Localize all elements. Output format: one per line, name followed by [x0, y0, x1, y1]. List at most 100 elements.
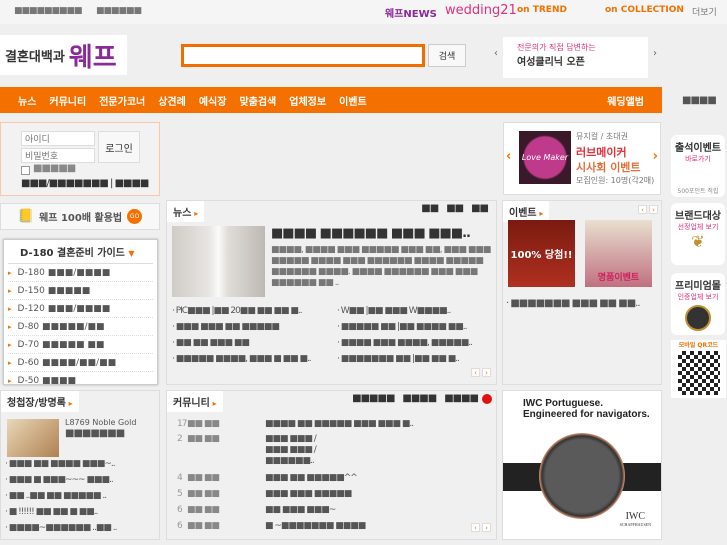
community-tab[interactable]: ■■■■	[402, 393, 437, 404]
qr-code-icon	[677, 351, 720, 395]
site-logo[interactable]: 결혼대백과 웨프	[0, 35, 127, 75]
nav-community[interactable]: 커뮤니티	[49, 93, 86, 108]
news-tab[interactable]: ■■	[446, 203, 464, 214]
community-tab[interactable]: ■■■■■	[352, 393, 395, 404]
next-icon[interactable]: ›	[649, 205, 658, 214]
prev-icon[interactable]: ‹	[638, 205, 647, 214]
search-input[interactable]	[184, 47, 422, 64]
community-row[interactable]: 17 ■■ ■■ ■■■■ ■■ ■■■■■ ■■■ ■■■ ■..	[177, 416, 487, 432]
guide-item[interactable]: D-150 ■■■■■	[8, 282, 153, 300]
prev-icon[interactable]: ‹	[471, 523, 480, 532]
login-button[interactable]: 로그인	[98, 131, 140, 163]
news-item[interactable]: · PIC■■■ |■■ 20■■ ■■ ■■ ■..	[172, 306, 332, 322]
top-link-2[interactable]: ■■■■■■	[96, 6, 142, 16]
prev-icon[interactable]: ‹	[471, 368, 480, 377]
nav-venue[interactable]: 예식장	[199, 93, 227, 108]
qr-code-banner[interactable]: 모바일 QR코드	[671, 340, 726, 398]
nav-news[interactable]: 뉴스	[18, 93, 36, 108]
link-ontrend[interactable]: on TREND	[517, 5, 567, 15]
guide-item[interactable]: D-60 ■■■■/■■/■■	[8, 354, 153, 372]
more-menu[interactable]: 더보기	[692, 5, 717, 18]
side-sub: 인증업체 보기	[677, 293, 719, 301]
side-banner-premium[interactable]: 프리미엄몰 인증업체 보기	[671, 273, 725, 335]
community-row[interactable]: 2 ■■ ■■ ■■■ ■■■ / ■■■ ■■■ / ■■■■■■..	[177, 432, 487, 470]
community-row[interactable]: 4 ■■ ■■ ■■■ ■■ ■■■■■^^	[177, 470, 487, 486]
event-title[interactable]: 이벤트	[503, 201, 550, 222]
guide-item[interactable]: D-180 ■■■/■■■■	[8, 264, 153, 282]
community-row[interactable]: 6 ■■ ■■ ■ ~■■■■■■■ ■■■■	[177, 518, 487, 534]
promo-next-icon[interactable]: ›	[653, 149, 658, 164]
guide-item[interactable]: D-80 ■■■■■/■■	[8, 318, 153, 336]
go-badge: GO	[127, 209, 143, 224]
nav-meeting[interactable]: 상견례	[158, 93, 186, 108]
row-num: 6	[177, 505, 183, 515]
nav-custom-search[interactable]: 맞춤검색	[239, 93, 276, 108]
guide-title[interactable]: D-180 결혼준비 가이드 ▼	[8, 240, 153, 264]
news-item[interactable]: · ■■■■ ■■■ ■■■■, ■■■■■..	[337, 338, 492, 354]
event-caption[interactable]: · ■■■■■■■ ■■■ ■■ ■■..	[506, 298, 641, 309]
invitation-item[interactable]: · ■■■■~■■■■■■ ..■■ ..	[5, 523, 155, 539]
news-item[interactable]: · ■■■ ■■■ ■■ ■■■■■	[172, 322, 332, 338]
side-banner-brand[interactable]: 브랜드대상 선정업체 보기 ❦	[671, 203, 725, 265]
guide-item[interactable]: D-120 ■■■/■■■■	[8, 300, 153, 318]
news-item[interactable]: · W■■ |■■ ■■■ W■■■■..	[337, 306, 492, 322]
iwc-ad[interactable]: IWC Portuguese. Engineered for navigator…	[502, 390, 662, 540]
news-item[interactable]: · ■■■■■■■ ■■ |■■ ■■ ■..	[337, 354, 492, 370]
product-desc[interactable]: ■■■■■■■	[65, 428, 125, 439]
guide-item[interactable]: D-50 ■■■■	[8, 372, 153, 390]
main-nav: 뉴스 커뮤니티 전문가코너 상견례 예식장 맞춤검색 업체정보 이벤트 웨딩앨범	[0, 87, 662, 113]
link-wep-news[interactable]: 웨프NEWS	[385, 5, 437, 20]
clinic-banner[interactable]: 전문의가 직접 답변하는 여성클리닉 오픈	[503, 37, 648, 78]
tips-button[interactable]: 📒 웨프 100배 활용법 GO	[0, 203, 160, 230]
next-icon[interactable]: ›	[482, 368, 491, 377]
news-item[interactable]: · ■■ ■■ ■■■ ■■	[172, 338, 332, 354]
link-oncollection[interactable]: on COLLECTION	[605, 5, 684, 15]
invitation-photo[interactable]	[7, 419, 59, 457]
promo-box[interactable]: ‹ Love Maker 뮤지컬 / 초대권 러브메이커 시사회 이벤트 모집인…	[503, 122, 661, 195]
id-input[interactable]	[21, 131, 95, 146]
next-icon[interactable]: ›	[482, 523, 491, 532]
side-banner-attendance[interactable]: 출석이벤트 바로가기 500포인트 적립	[671, 135, 725, 197]
side-foot: 500포인트 적립	[677, 188, 719, 195]
row-category: ■■ ■■	[187, 434, 220, 444]
row-num: 17	[177, 419, 187, 429]
news-tab[interactable]: ■■	[421, 203, 439, 214]
find-account-links[interactable]: ■■■/■■■■■■■ | ■■■■	[21, 178, 149, 189]
invitation-item[interactable]: · ■■ ..■■ ■■ ■■■■■ ..	[5, 491, 155, 507]
search-button[interactable]: 검색	[428, 44, 466, 67]
invitation-item[interactable]: · ■■■ ■■ ■■■■ ■■■~..	[5, 459, 155, 475]
news-headline[interactable]: ■■■■ ■■■■■■ ■■■ ■■■..	[271, 226, 471, 241]
news-photo[interactable]	[172, 226, 265, 297]
news-item[interactable]: · ■■■■■ ■■ |■■ ■■■■ ■■..	[337, 322, 492, 338]
community-title[interactable]: 커뮤니티	[167, 391, 223, 412]
remember-checkbox[interactable]	[21, 166, 30, 175]
nav-right-link[interactable]: ■■■■	[682, 95, 717, 106]
community-tab[interactable]: ■■■■	[444, 393, 479, 404]
promo-prev-icon[interactable]: ‹	[506, 149, 511, 164]
row-title: ■■■ ■■■ ■■■■■	[265, 489, 352, 499]
link-wedding21[interactable]: wedding21	[445, 3, 517, 18]
invitation-item[interactable]: · ■ !!!!!! ■■ ■■ ■ ■■..	[5, 507, 155, 523]
news-item[interactable]: · ■■■■■ ■■■■, ■■■ ■ ■■ ■..	[172, 354, 332, 370]
nav-events[interactable]: 이벤트	[339, 93, 367, 108]
news-tab[interactable]: ■■	[471, 203, 489, 214]
invitation-title[interactable]: 청첩장/방명록	[1, 391, 79, 412]
event-image-1[interactable]: 100% 당첨!!	[508, 220, 575, 287]
banner-next-icon[interactable]: ›	[653, 48, 657, 59]
nav-expert[interactable]: 전문가코너	[99, 93, 145, 108]
banner-prev-icon[interactable]: ‹	[494, 48, 498, 59]
product-name[interactable]: L8769 Noble Gold	[65, 418, 136, 427]
guide-item[interactable]: D-70 ■■■■■ ■■	[8, 336, 153, 354]
logo-brand: 웨프	[68, 42, 117, 73]
news-title[interactable]: 뉴스	[167, 201, 205, 222]
password-input[interactable]	[21, 148, 95, 163]
nav-vendors[interactable]: 업체정보	[289, 93, 326, 108]
community-row[interactable]: 5 ■■ ■■ ■■■ ■■■ ■■■■■	[177, 486, 487, 502]
nav-wedding-album[interactable]: 웨딩앨범	[607, 93, 644, 108]
community-row[interactable]: 6 ■■ ■■ ■■ ■■■ ■■■~	[177, 502, 487, 518]
top-link-1[interactable]: ■■■■■■■■■	[14, 6, 83, 16]
row-title: ■ ~■■■■■■■ ■■■■	[265, 521, 366, 531]
invitation-item[interactable]: · ■■■ ■ ■■■~~~ ■■■..	[5, 475, 155, 491]
event-image-2[interactable]: 명품이벤트	[585, 220, 652, 287]
row-category: ■■ ■■	[187, 419, 220, 429]
